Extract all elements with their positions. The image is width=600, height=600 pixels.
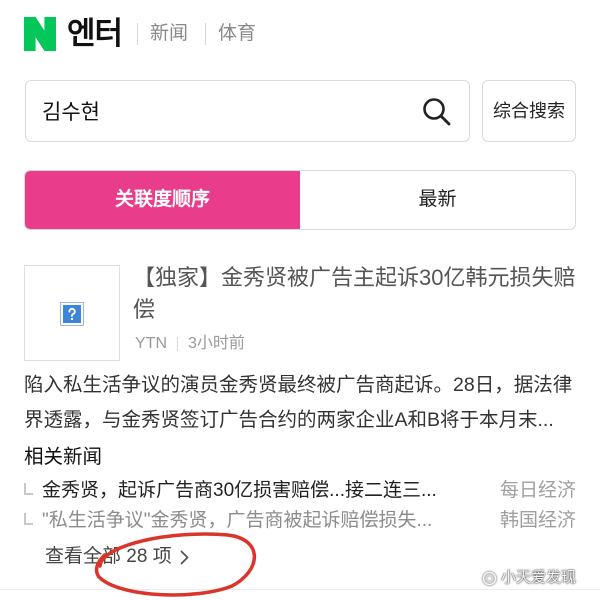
article-title[interactable]: 【独家】金秀贤被广告主起诉30亿韩元损失赔偿 bbox=[133, 262, 576, 326]
search-box bbox=[25, 80, 470, 142]
search-input[interactable] bbox=[42, 81, 412, 141]
chevron-right-icon bbox=[180, 550, 189, 564]
search-button[interactable] bbox=[421, 96, 453, 128]
article-summary[interactable]: 陷入私生活争议的演员金秀贤最终被广告商起诉。28日，据法律界透露，与金秀贤签订广… bbox=[24, 368, 576, 438]
related-news-title[interactable]: "私生活争议"金秀贤，广告商被起诉赔偿损失... bbox=[42, 506, 492, 536]
nav-divider bbox=[205, 23, 206, 45]
article-time: 3小时前 bbox=[188, 335, 245, 352]
nav-item-sports[interactable]: 体育 bbox=[218, 19, 256, 49]
related-news-item[interactable]: 金秀贤，起诉广告商30亿损害赔偿...接二连三... 每日经济 bbox=[24, 476, 576, 506]
related-news-source[interactable]: 每日经济 bbox=[500, 476, 576, 506]
related-news-item[interactable]: "私生活争议"金秀贤，广告商被起诉赔偿损失... 韩国经济 bbox=[24, 506, 576, 536]
meta-divider bbox=[177, 337, 178, 351]
article-thumbnail[interactable] bbox=[24, 265, 120, 361]
nav-item-news[interactable]: 新闻 bbox=[150, 19, 188, 49]
broken-image-icon bbox=[60, 302, 84, 326]
article-meta: YTN 3小时前 bbox=[135, 333, 245, 355]
article-source[interactable]: YTN bbox=[135, 333, 167, 355]
reply-corner-icon bbox=[24, 513, 33, 525]
related-news-source[interactable]: 韩国经济 bbox=[500, 506, 576, 536]
related-news-title[interactable]: 金秀贤，起诉广告商30亿损害赔偿...接二连三... bbox=[42, 476, 492, 506]
search-icon bbox=[423, 98, 451, 126]
watermark-logo-icon bbox=[482, 571, 497, 585]
view-all-label: 查看全部 28 项 bbox=[45, 546, 172, 567]
related-news-heading: 相关新闻 bbox=[24, 446, 103, 468]
tab-latest[interactable]: 最新 bbox=[300, 171, 575, 229]
naver-n-logo-icon bbox=[24, 17, 56, 51]
reply-corner-icon bbox=[24, 483, 33, 495]
view-all-related-link[interactable]: 查看全部 28 项 bbox=[45, 543, 189, 571]
sort-tabs: 关联度顺序 最新 bbox=[24, 170, 576, 230]
nav-divider bbox=[137, 23, 138, 45]
naver-logo[interactable] bbox=[24, 17, 56, 51]
watermark-text: 小天爱发现 bbox=[501, 569, 577, 586]
watermark: 小天爱发现 bbox=[482, 569, 576, 587]
section-title-entertainment[interactable]: 엔터 bbox=[67, 14, 123, 54]
section-divider bbox=[0, 589, 600, 590]
tab-relevance[interactable]: 关联度顺序 bbox=[25, 171, 300, 229]
integrated-search-button[interactable]: 综合搜索 bbox=[482, 80, 576, 142]
